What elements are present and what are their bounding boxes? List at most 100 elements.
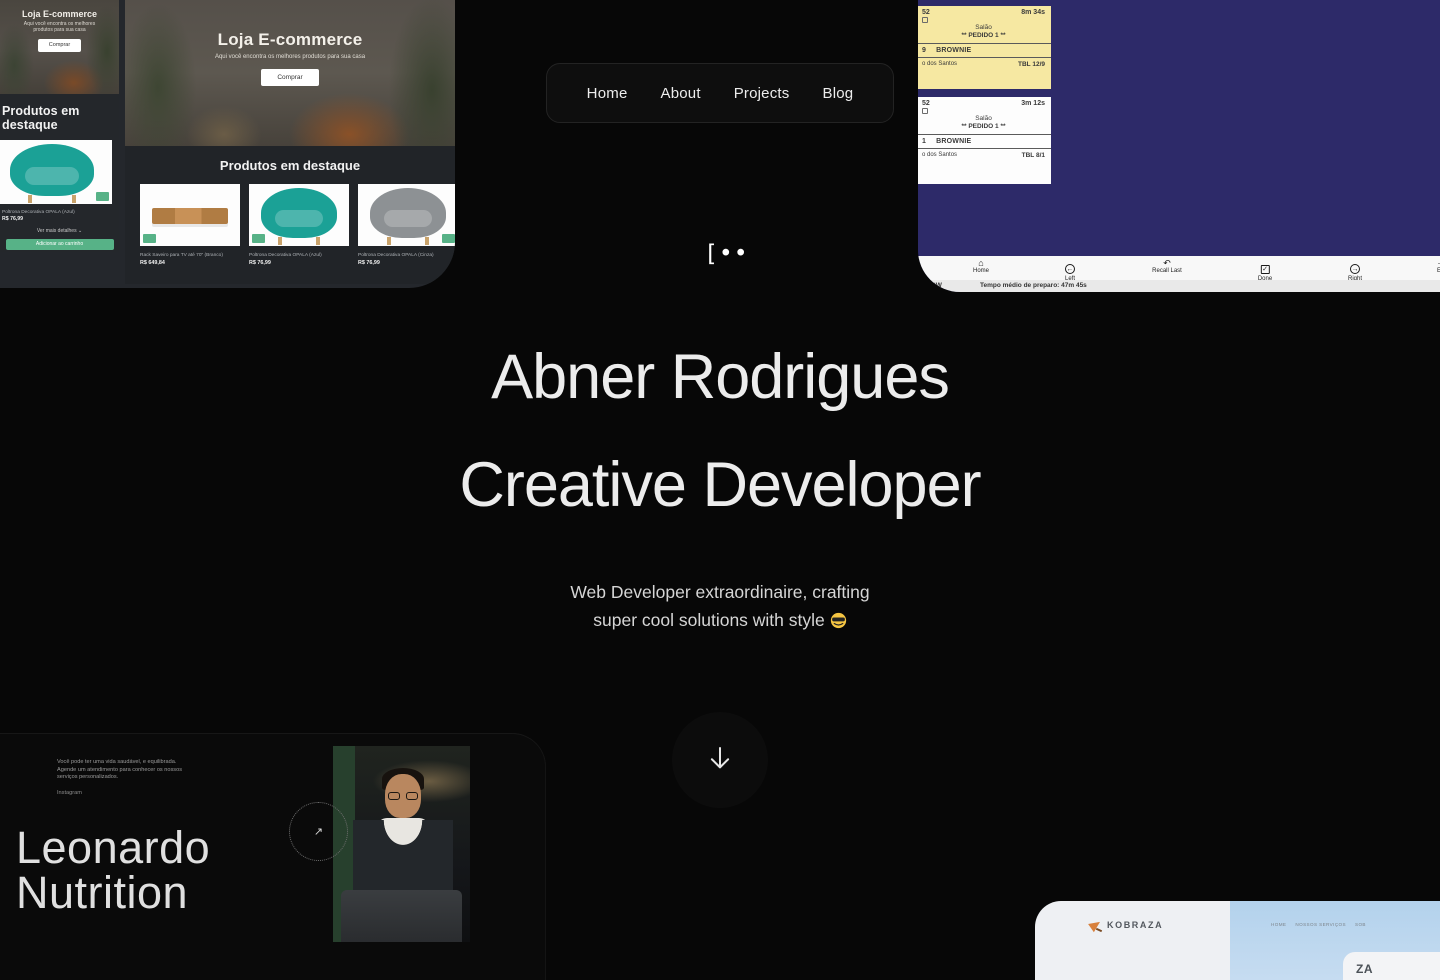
ecommerce-desktop-product-row: Rack Saveiro para TV até 70" (Branco) R$… — [125, 173, 455, 266]
arrow-up-right-icon: ↗ — [314, 825, 323, 838]
ticket-table: TBL 12/9 — [1018, 61, 1045, 68]
ticket-table: TBL 8/1 — [1022, 152, 1045, 159]
ticket-order-label: ** PEDIDO 1 ** — [961, 32, 1005, 39]
nutrition-instagram-link[interactable]: Instagram — [57, 790, 82, 796]
nutrition-title: Leonardo Nutrition — [16, 825, 210, 915]
portrait-photo — [333, 746, 470, 942]
product-price: R$ 76,99 — [358, 260, 455, 266]
ticket-checkbox-icon[interactable] — [922, 17, 928, 23]
ecommerce-mobile-product-price: R$ 76,99 — [0, 216, 119, 222]
hero-subtitle-line2: super cool solutions with style — [0, 606, 1440, 637]
project-card-leonardo-nutrition[interactable]: Você pode ter uma vida saudável, e equil… — [0, 733, 546, 980]
ecommerce-mobile-screenshot: Loja E-commerce Aqui você encontra os me… — [0, 0, 119, 252]
project-card-kobraza[interactable]: ZA KOBRAZA HOME NOSSOS SERVIÇOS SOB — [1035, 901, 1440, 980]
ecommerce-mobile-add-to-cart-button[interactable]: Adicionar ao carrinho — [6, 239, 114, 250]
order-ticket-yellow: 52 8m 34s Salão ** PEDIDO 1 ** 9 BROWNIE… — [918, 6, 1051, 89]
ecommerce-desktop-title: Loja E-commerce — [125, 0, 455, 50]
kds-toolbar: ⌂ Home ← Left ↶ Recall Last ✓ Done → Rig… — [918, 256, 1440, 280]
kobraza-logo[interactable]: KOBRAZA — [1089, 918, 1163, 931]
product-card-gray-chair: Poltrona Decorativa OPALA (Cinza) R$ 76,… — [358, 184, 455, 266]
ticket-timer: 3m 12s — [1021, 100, 1045, 107]
ticket-order-label: ** PEDIDO 1 ** — [961, 123, 1005, 130]
hero-subtitle-line1: Web Developer extraordinaire, crafting — [0, 578, 1440, 606]
teal-armchair-image — [10, 144, 94, 196]
ecommerce-mobile-section-title: Produtos em destaque — [0, 104, 119, 132]
ecommerce-mobile-featured-section: Produtos em destaque Poltrona Decorativa… — [0, 94, 119, 250]
ticket-item-qty: 9 — [922, 47, 934, 54]
ticket-area: Salão — [975, 115, 992, 122]
recall-arrow-icon: ↶ — [1152, 258, 1182, 268]
hero-title-role: Creative Developer — [0, 449, 1440, 521]
ecommerce-desktop-hero: Loja E-commerce Aqui você encontra os me… — [125, 0, 455, 146]
order-ticket-white: 52 3m 12s Salão ** PEDIDO 1 ** 1 BROWNIE… — [918, 97, 1051, 184]
ecommerce-desktop-subtitle: Aqui você encontra os melhores produtos … — [125, 54, 455, 60]
arrow-down-icon — [705, 743, 735, 778]
product-name: Poltrona Decorativa OPALA (Cinza) — [358, 253, 455, 258]
product-badge — [96, 192, 109, 201]
product-badge — [252, 234, 265, 243]
ticket-item-name: BROWNIE — [936, 138, 971, 145]
nav-item-home[interactable]: Home — [587, 85, 628, 102]
ticket-area: Salão — [975, 24, 992, 31]
ticket-customer: o dos Santos — [922, 61, 957, 68]
arrow-left-circle-icon: ← — [1065, 264, 1075, 274]
teal-armchair-image — [261, 188, 337, 238]
kds-recall-last-button[interactable]: ↶ Recall Last — [1152, 258, 1182, 274]
product-badge — [143, 234, 156, 243]
ticket-checkbox-icon[interactable] — [922, 108, 928, 114]
ticket-order-number: 52 — [922, 9, 930, 16]
project-card-ecommerce[interactable]: Loja E-commerce Aqui você encontra os me… — [0, 0, 455, 288]
ecommerce-desktop-screenshot: Loja E-commerce Aqui você encontra os me… — [125, 0, 455, 284]
ticket-timer: 8m 34s — [1021, 9, 1045, 16]
main-nav: Home About Projects Blog — [546, 63, 894, 123]
laptop-image — [341, 890, 462, 942]
ecommerce-mobile-product-name: Poltrona Decorativa OPALA (Azul) — [0, 210, 119, 215]
product-price: R$ 76,99 — [249, 260, 349, 266]
kds-left-button[interactable]: ← Left — [1065, 258, 1075, 282]
ticket-item-name: BROWNIE — [936, 47, 971, 54]
ecommerce-mobile-title: Loja E-commerce — [0, 0, 119, 19]
arrow-right-circle-icon: → — [1350, 264, 1360, 274]
ecommerce-mobile-product-image — [0, 140, 112, 204]
kobraza-bird-icon — [1089, 918, 1102, 931]
ticket-order-number: 52 — [922, 100, 930, 107]
product-name: Poltrona Decorativa OPALA (Azul) — [249, 253, 349, 258]
home-icon: ⌂ — [973, 258, 989, 268]
tv-rack-image — [152, 208, 228, 224]
kds-avg-prep-time: Tempo médio de preparo: 47m 45s — [980, 280, 1087, 292]
kds-done-button[interactable]: ✓ Done — [1258, 258, 1272, 282]
kobraza-partial-heading: ZA — [1356, 962, 1373, 976]
ecommerce-desktop-section-title: Produtos em destaque — [125, 158, 455, 173]
kds-home-button[interactable]: ⌂ Home — [973, 258, 989, 274]
kds-right-button[interactable]: → Right — [1348, 258, 1362, 282]
hero-title-name: Abner Rodrigues — [0, 341, 1440, 413]
kobraza-nav-home[interactable]: HOME — [1271, 922, 1286, 927]
product-price: R$ 649,84 — [140, 260, 240, 266]
circular-text-badge[interactable]: ↗ — [289, 802, 348, 861]
ticket-item-qty: 1 — [922, 138, 934, 145]
scroll-down-button[interactable] — [672, 712, 768, 808]
nav-item-projects[interactable]: Projects — [734, 85, 790, 102]
product-name: Rack Saveiro para TV até 70" (Branco) — [140, 253, 240, 258]
ecommerce-mobile-details-link[interactable]: Ver mais detalhes ⌄ — [0, 228, 119, 234]
kobraza-nav-sob[interactable]: SOB — [1355, 922, 1366, 927]
kobraza-brand-text: KOBRAZA — [1107, 920, 1163, 930]
project-card-kitchen-display[interactable]: 52 8m 34s Salão ** PEDIDO 1 ** 9 BROWNIE… — [918, 0, 1440, 292]
portfolio-landing-page: Home About Projects Blog [•• Abner Rodri… — [0, 0, 1440, 980]
gray-armchair-image — [370, 188, 446, 238]
product-badge — [442, 234, 455, 243]
product-card-teal-chair: Poltrona Decorativa OPALA (Azul) R$ 76,9… — [249, 184, 349, 266]
kobraza-nav: HOME NOSSOS SERVIÇOS SOB — [1271, 922, 1366, 927]
loader-indicator: [•• — [704, 241, 749, 267]
kobraza-content-panel: ZA — [1343, 952, 1440, 980]
checkbox-checked-icon: ✓ — [1261, 265, 1270, 274]
ecommerce-desktop-buy-button[interactable]: Comprar — [261, 69, 318, 86]
sunglasses-emoji-icon — [830, 609, 847, 637]
kds-status-window-label: DOW — [926, 280, 942, 292]
nav-item-about[interactable]: About — [660, 85, 700, 102]
kobraza-nav-servicos[interactable]: NOSSOS SERVIÇOS — [1295, 922, 1346, 927]
nav-item-blog[interactable]: Blog — [822, 85, 853, 102]
ecommerce-mobile-buy-button[interactable]: Comprar — [38, 39, 81, 52]
glasses-icon — [388, 792, 418, 800]
ecommerce-mobile-hero: Loja E-commerce Aqui você encontra os me… — [0, 0, 119, 94]
